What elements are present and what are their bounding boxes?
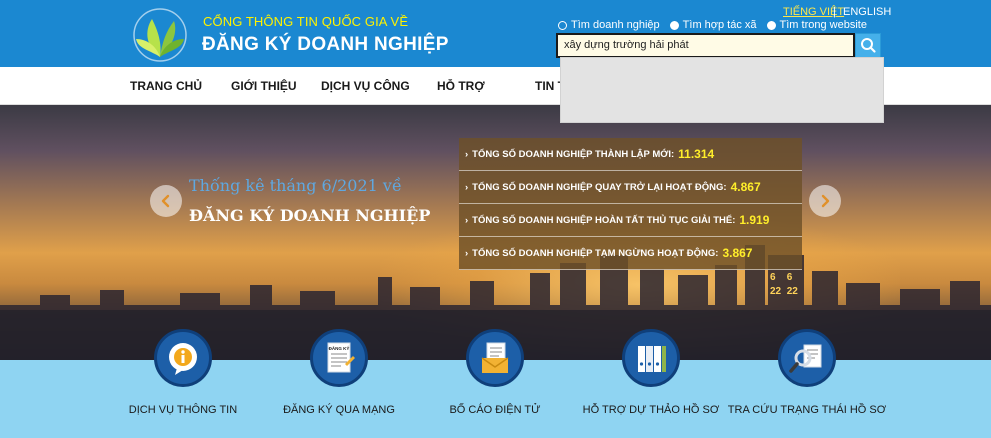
radio-selected-icon[interactable] — [766, 20, 776, 30]
radio-selected-icon[interactable] — [669, 20, 679, 30]
service-icon-circle[interactable] — [466, 329, 524, 387]
stat-value: 4.867 — [730, 180, 761, 194]
stat-label: TỔNG SỐ DOANH NGHIỆP HOÀN TẤT THỦ TỤC GI… — [472, 214, 736, 226]
logo-icon[interactable] — [132, 7, 188, 63]
chevron-right-icon — [821, 194, 830, 208]
hero-heading: Thống kê tháng 6/2021 về — [189, 176, 402, 195]
search-option-label: Tìm hợp tác xã — [682, 19, 757, 31]
stat-row-resumed-businesses: › TỔNG SỐ DOANH NGHIỆP QUAY TRỞ LẠI HOẠT… — [459, 171, 802, 204]
service-label[interactable]: TRA CỨU TRẠNG THÁI HỒ SƠ — [712, 404, 902, 416]
chevron-right-icon: › — [465, 247, 469, 259]
chevron-right-icon: › — [465, 214, 469, 226]
chevron-right-icon: › — [465, 181, 469, 193]
lang-english-link[interactable]: ENGLISH — [843, 6, 891, 18]
service-icon-circle[interactable]: ĐĂNG KÝ — [310, 329, 368, 387]
tower-display-digits: 6 6 22 22 — [770, 271, 798, 299]
search-input[interactable]: xây dựng trường hải phát — [556, 33, 855, 58]
chevron-left-icon — [161, 194, 170, 208]
service-status-lookup[interactable]: TRA CỨU TRẠNG THÁI HỒ SƠ — [712, 329, 902, 438]
binders-icon — [638, 346, 666, 372]
search-suggestions-dropdown[interactable] — [560, 57, 884, 123]
stat-label: TỔNG SỐ DOANH NGHIỆP TẠM NGỪNG HOẠT ĐỘNG… — [472, 247, 719, 259]
tower-digit: 22 — [786, 286, 798, 297]
statistics-panel: › TỔNG SỐ DOANH NGHIỆP THÀNH LẬP MỚI: 11… — [459, 138, 802, 270]
stat-value: 3.867 — [722, 246, 753, 260]
carousel-next-button[interactable] — [809, 185, 841, 217]
form-icon: ĐĂNG KÝ — [327, 342, 355, 373]
stat-row-dissolved-businesses: › TỔNG SỐ DOANH NGHIỆP HOÀN TẤT THỦ TỤC … — [459, 204, 802, 237]
stat-label: TỔNG SỐ DOANH NGHIỆP QUAY TRỞ LẠI HOẠT Đ… — [472, 181, 727, 193]
lang-separator: | — [833, 6, 836, 18]
search-option-cooperative[interactable]: Tìm hợp tác xã — [669, 19, 757, 31]
search-button[interactable] — [855, 33, 881, 58]
nav-item-public-services[interactable]: DỊCH VỤ CÔNG — [321, 79, 410, 93]
hero-banner: Thống kê tháng 6/2021 về ĐĂNG KÝ DOANH N… — [0, 105, 991, 360]
hero-subheading: ĐĂNG KÝ DOANH NGHIỆP — [189, 206, 431, 225]
search-icon — [861, 38, 876, 53]
envelope-icon — [481, 342, 509, 373]
magnifier-document-icon — [789, 344, 822, 373]
brand-title[interactable]: ĐĂNG KÝ DOANH NGHIỆP — [202, 34, 449, 56]
tower-digit: 6 — [770, 272, 776, 283]
stat-row-new-businesses: › TỔNG SỐ DOANH NGHIỆP THÀNH LẬP MỚI: 11… — [459, 138, 802, 171]
search-option-website[interactable]: Tìm trong website — [766, 19, 867, 31]
nav-item-support[interactable]: HỖ TRỢ — [437, 79, 485, 93]
info-icon — [169, 343, 197, 375]
carousel-prev-button[interactable] — [150, 185, 182, 217]
service-icon-circle[interactable] — [622, 329, 680, 387]
stat-value: 1.919 — [739, 213, 770, 227]
chevron-right-icon: › — [465, 148, 469, 160]
stat-label: TỔNG SỐ DOANH NGHIỆP THÀNH LẬP MỚI: — [472, 148, 675, 160]
search-option-label: Tìm doanh nghiệp — [571, 19, 660, 31]
search-option-business[interactable]: Tìm doanh nghiệp — [558, 19, 660, 31]
nav-item-about[interactable]: GIỚI THIỆU — [231, 79, 297, 93]
brand-subtitle: CỔNG THÔNG TIN QUỐC GIA VỀ — [203, 14, 409, 29]
service-icon-circle[interactable] — [778, 329, 836, 387]
tower-digit: 6 — [786, 272, 793, 283]
tower-digit: 22 — [770, 286, 782, 297]
nav-item-home[interactable]: TRANG CHỦ — [130, 79, 202, 93]
form-icon-text: ĐĂNG KÝ — [329, 345, 350, 351]
services-strip: DỊCH VỤ THÔNG TIN ĐĂNG KÝ ĐĂNG KÝ QUA MẠ… — [0, 329, 991, 438]
stat-value: 11.314 — [678, 147, 715, 161]
radio-unselected-icon[interactable] — [558, 20, 567, 30]
stat-row-suspended-businesses: › TỔNG SỐ DOANH NGHIỆP TẠM NGỪNG HOẠT ĐỘ… — [459, 237, 802, 270]
search-scope-options: Tìm doanh nghiệp Tìm hợp tác xã Tìm tron… — [558, 19, 867, 31]
service-icon-circle[interactable] — [154, 329, 212, 387]
search-option-label: Tìm trong website — [779, 19, 867, 31]
